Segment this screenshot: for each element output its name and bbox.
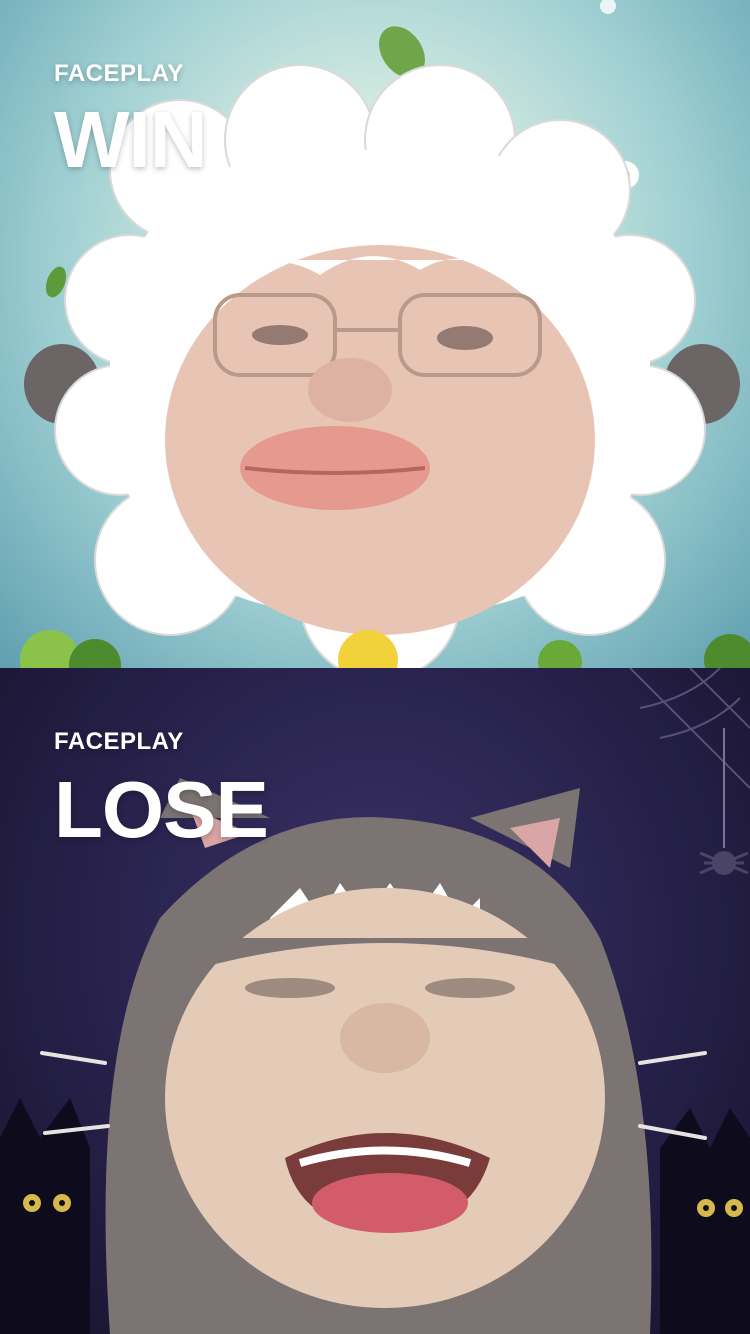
- tongue: [312, 1173, 468, 1233]
- spider-icon: [699, 728, 749, 875]
- flower-icon: [600, 0, 616, 14]
- background-cat-right: [660, 1108, 750, 1334]
- win-result-title: WIN: [54, 95, 208, 184]
- spider-web-icon: [629, 668, 750, 789]
- lose-brand-label: FACEPLAY: [54, 728, 184, 755]
- win-brand-label: FACEPLAY: [54, 60, 184, 87]
- puckered-lips: [240, 426, 430, 510]
- win-panel: FACEPLAY WIN: [0, 0, 750, 668]
- lose-result-title: LOSE: [54, 765, 269, 854]
- lose-panel: FACEPLAY LOSE: [0, 668, 750, 1334]
